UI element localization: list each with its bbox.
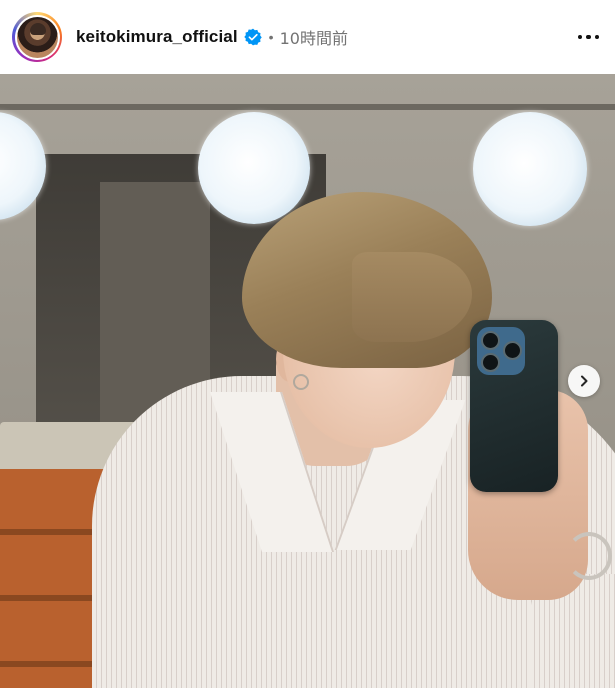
instagram-post: keitokimura_official • 10時間前: [0, 0, 615, 688]
chevron-right-icon: [581, 375, 588, 387]
photo-mirror-frame: [0, 104, 615, 110]
verified-badge-icon: [243, 28, 262, 46]
camera-lens-icon: [503, 341, 522, 360]
photo-light-bulb: [473, 112, 587, 226]
photo-phone-camera: [477, 327, 525, 375]
post-timestamp[interactable]: 10時間前: [280, 25, 348, 49]
avatar-border: [14, 14, 60, 60]
more-dot: [586, 34, 591, 40]
photo-bracelet: [566, 532, 612, 580]
more-dot: [594, 34, 599, 40]
story-ring[interactable]: [12, 12, 62, 62]
post-photo[interactable]: [0, 74, 615, 688]
separator-dot: •: [268, 29, 274, 45]
camera-lens-icon: [481, 353, 500, 372]
more-options-icon[interactable]: [576, 29, 602, 46]
more-dot: [577, 34, 582, 40]
post-header: keitokimura_official • 10時間前: [0, 0, 615, 74]
carousel-next-button[interactable]: [568, 365, 600, 397]
photo-earring: [293, 374, 309, 390]
camera-lens-icon: [481, 331, 500, 350]
username[interactable]: keitokimura_official: [76, 27, 238, 47]
photo-light-bulb: [198, 112, 310, 224]
avatar[interactable]: [16, 16, 58, 58]
photo-smartphone: [470, 320, 558, 492]
